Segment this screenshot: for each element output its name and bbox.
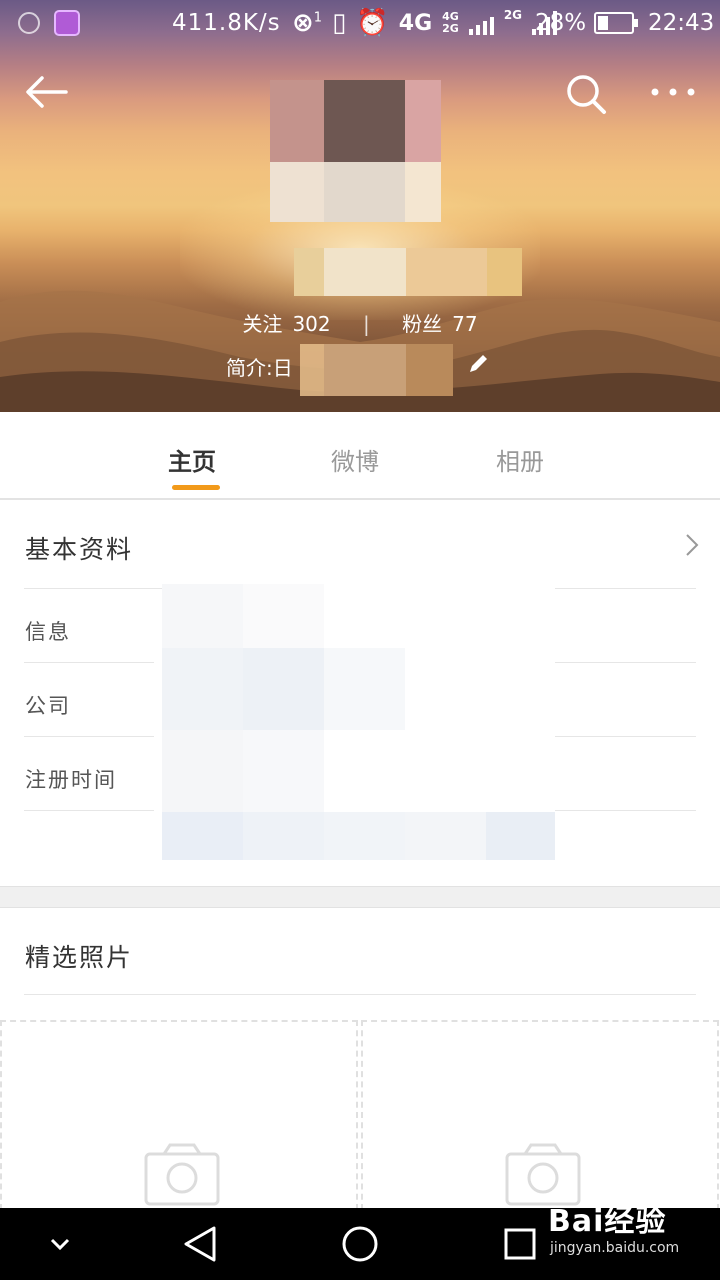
divider bbox=[24, 736, 154, 737]
network-type-4g: 4G bbox=[398, 10, 433, 36]
nav-recents-button[interactable] bbox=[496, 1220, 544, 1268]
section-gap bbox=[0, 886, 720, 908]
profile-tabs: 主页 微博 相册 bbox=[0, 412, 720, 500]
tab-home[interactable]: 主页 bbox=[168, 442, 216, 477]
active-tab-indicator bbox=[172, 485, 220, 490]
battery-percent: 28% bbox=[535, 10, 587, 36]
sim-badge: 1 bbox=[313, 10, 323, 26]
alarm-icon: ⏰ bbox=[356, 8, 389, 38]
fans-label: 粉丝 bbox=[402, 312, 443, 336]
follow-stats: 关注 302 | 粉丝 77 bbox=[0, 308, 720, 337]
nav-home-button[interactable] bbox=[336, 1220, 384, 1268]
fans-link[interactable]: 粉丝 77 bbox=[402, 308, 477, 337]
fans-count: 77 bbox=[452, 312, 478, 336]
baidu-jingyan-watermark: Bai经验 jingyan.baidu.com bbox=[548, 1196, 679, 1256]
chevron-right-icon[interactable] bbox=[682, 532, 702, 558]
avatar[interactable] bbox=[270, 80, 441, 222]
search-button[interactable] bbox=[562, 70, 610, 118]
vibrate-icon: ▯ bbox=[332, 8, 347, 38]
divider bbox=[555, 662, 696, 663]
more-button[interactable] bbox=[648, 80, 698, 104]
more-dots-icon bbox=[651, 88, 695, 96]
divider bbox=[24, 662, 154, 663]
nav-collapse-button[interactable] bbox=[36, 1220, 84, 1268]
back-arrow-icon bbox=[26, 76, 68, 108]
nav-recents-icon bbox=[504, 1228, 536, 1260]
watermark-logo: Bai经验 bbox=[548, 1204, 667, 1239]
nav-home-icon bbox=[342, 1226, 378, 1262]
basic-info-title[interactable]: 基本资料 bbox=[25, 530, 133, 566]
following-count: 302 bbox=[292, 312, 331, 336]
network-type-2g: 2G bbox=[503, 8, 523, 22]
signal-strength-icon bbox=[468, 11, 494, 35]
battery-icon bbox=[594, 12, 638, 34]
info-label-company: 公司 bbox=[25, 694, 71, 718]
info-values-redacted bbox=[162, 584, 555, 860]
divider bbox=[24, 810, 154, 811]
username-redacted bbox=[294, 248, 522, 296]
following-link[interactable]: 关注 302 bbox=[242, 308, 330, 337]
info-label-register-time: 注册时间 bbox=[25, 768, 117, 792]
divider bbox=[555, 736, 696, 737]
net-speed: 411.8K/s bbox=[172, 10, 281, 36]
photo-slot[interactable] bbox=[0, 1020, 358, 1210]
status-bar: 411.8K/s ⊗1 ▯ ⏰ 4G 4G 2G 2G 28% 22:43 bbox=[0, 0, 720, 48]
network-type-small: 4G 2G bbox=[442, 10, 459, 35]
profile-header: 411.8K/s ⊗1 ▯ ⏰ 4G 4G 2G 2G 28% 22:43 关注… bbox=[0, 0, 720, 412]
nav-back-icon bbox=[184, 1226, 216, 1262]
link-icon: ⊗1 bbox=[292, 8, 323, 38]
info-label-info: 信息 bbox=[25, 620, 71, 644]
gallery-notification-icon bbox=[54, 10, 80, 36]
nav-back-button[interactable] bbox=[176, 1220, 224, 1268]
search-icon bbox=[567, 75, 606, 114]
divider bbox=[24, 994, 696, 995]
bio-redacted bbox=[300, 344, 453, 396]
featured-photos-title: 精选照片 bbox=[25, 943, 134, 972]
edit-bio-button[interactable] bbox=[466, 352, 490, 376]
edit-pencil-icon bbox=[470, 355, 487, 372]
watermark-url: jingyan.baidu.com bbox=[550, 1240, 680, 1256]
bio-prefix: 简介:日 bbox=[226, 356, 293, 380]
notification-icon bbox=[18, 12, 40, 34]
back-button[interactable] bbox=[22, 70, 70, 118]
following-label: 关注 bbox=[242, 312, 283, 336]
clock: 22:43 bbox=[648, 10, 715, 36]
nav-collapse-icon bbox=[50, 1238, 70, 1251]
camera-icon bbox=[144, 1143, 220, 1206]
tab-weibo[interactable]: 微博 bbox=[331, 442, 379, 477]
stats-divider: | bbox=[362, 312, 370, 336]
divider bbox=[555, 810, 696, 811]
tab-album[interactable]: 相册 bbox=[496, 442, 544, 477]
photo-slot[interactable] bbox=[361, 1020, 719, 1210]
